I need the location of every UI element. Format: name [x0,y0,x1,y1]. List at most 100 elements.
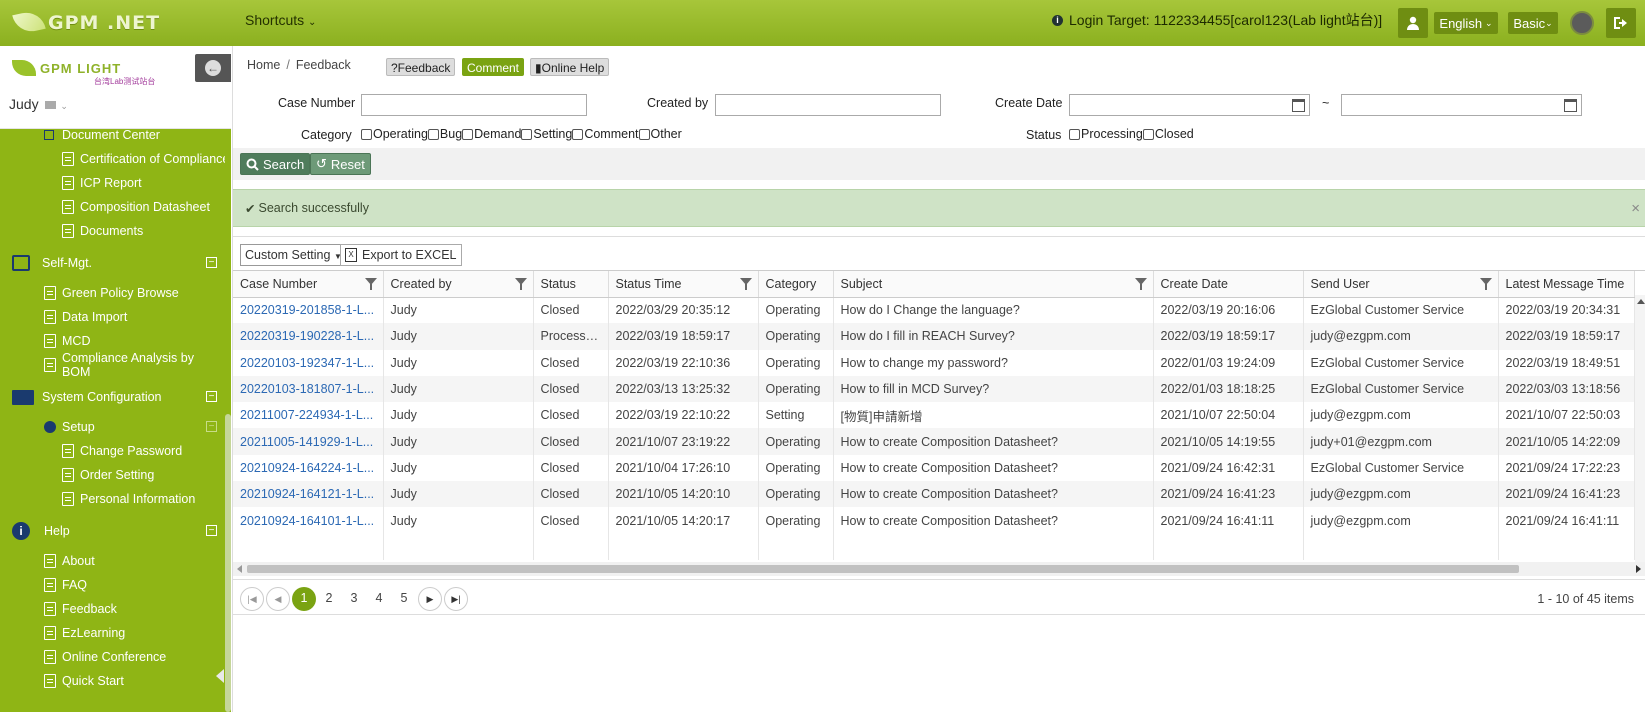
page-button-2[interactable]: 2 [317,587,341,611]
next-page-button[interactable]: ▶ [418,587,442,611]
column-header-latest-message-time[interactable]: Latest Message Time [1498,271,1635,298]
table-row[interactable]: 20210924-164224-1-L... Judy Closed 2021/10/… [233,454,1635,482]
comment-tab[interactable]: Comment [462,58,525,76]
sidebar-item-document-center[interactable]: Document Center − [44,129,231,147]
category-bug-checkbox[interactable]: Bug [427,127,462,141]
prev-page-button[interactable]: ◀ [266,587,290,611]
case-number-input[interactable] [361,94,587,116]
sidebar-item-setup[interactable]: Setup − [44,415,225,439]
user-button[interactable] [1398,8,1428,38]
sidebar-item-green-policy[interactable]: Green Policy Browse [44,281,231,305]
created-by-input[interactable] [715,94,941,116]
filter-icon[interactable] [514,278,527,290]
logout-button[interactable] [1606,8,1636,38]
table-row[interactable]: 20210924-164121-1-L... Judy Closed 2021/10/… [233,481,1635,508]
status-closed-checkbox[interactable]: Closed [1142,127,1194,141]
sidebar-scroll-thumb[interactable] [225,414,231,712]
collapse-icon[interactable]: − [206,391,217,402]
globe-icon[interactable] [1570,11,1594,35]
horizontal-scroll-thumb[interactable] [247,565,1519,573]
user-menu[interactable]: Judy ⌄ [9,96,68,112]
category-other-checkbox[interactable]: Other [638,127,682,141]
scroll-up-icon[interactable] [1637,299,1645,304]
checkbox-box[interactable] [572,128,584,140]
checkbox-box[interactable] [521,128,533,140]
sidebar-item-personal-information[interactable]: Personal Information [62,487,231,511]
calendar-icon[interactable] [1564,99,1577,112]
scroll-left-icon[interactable] [237,565,242,573]
export-excel-button[interactable]: X Export to EXCEL [340,244,462,266]
grid-horizontal-scrollbar[interactable] [233,562,1645,576]
language-dropdown[interactable]: English ⌄ [1434,12,1498,34]
grid-vertical-scrollbar[interactable] [1635,295,1645,570]
category-setting-checkbox[interactable]: Setting [521,127,572,141]
cell-case-number[interactable]: 20210924-164121-1-L... [233,481,384,508]
create-date-from-input[interactable] [1069,94,1310,116]
collapse-icon[interactable]: − [206,525,217,536]
feedback-tab[interactable]: ?Feedback [386,58,456,76]
close-icon[interactable]: × [1631,200,1640,217]
sidebar-item-documents[interactable]: Documents [62,219,231,243]
cell-case-number[interactable]: 20220319-190228-1-L... [233,323,384,350]
custom-setting-dropdown[interactable]: Custom Setting ▼ [240,244,347,266]
calendar-icon[interactable] [1292,99,1305,112]
sidebar-item-composition-datasheet[interactable]: Composition Datasheet [62,195,231,219]
column-header-status-time[interactable]: Status Time [608,271,759,298]
sidebar-item-compliance-analysis[interactable]: Compliance Analysis by BOM [44,351,225,379]
search-button[interactable]: Search [240,153,311,175]
column-header-send-user[interactable]: Send User [1303,271,1499,298]
first-page-button[interactable]: |◀ [240,587,264,611]
table-row[interactable]: 20220103-192347-1-L... Judy Closed 2022/03/… [233,349,1635,376]
reset-button[interactable]: ↺ Reset [310,153,371,175]
sidebar-item-order-setting[interactable]: Order Setting [62,463,231,487]
checkbox-box[interactable] [1069,128,1080,140]
sidebar-item-change-password[interactable]: Change Password [62,439,231,463]
sidebar-section-help[interactable]: i Help − [12,519,225,543]
cell-case-number[interactable]: 20220319-201858-1-L... [233,297,384,324]
checkbox-box[interactable] [427,128,439,140]
table-row[interactable]: 20211005-141929-1-L... Judy Closed 2021/10/… [233,428,1635,455]
filter-icon[interactable] [1479,278,1492,290]
column-header-case-number[interactable]: Case Number [233,271,384,298]
sidebar-item-about[interactable]: About [44,549,231,573]
sidebar-item-mcd[interactable]: MCD [44,329,231,353]
sidebar-item-feedback[interactable]: Feedback [44,597,231,621]
sidebar-item-icp-report[interactable]: ICP Report [62,171,231,195]
filter-icon[interactable] [739,278,752,290]
sidebar-item-ezlearning[interactable]: EzLearning [44,621,231,645]
filter-icon[interactable] [364,278,377,290]
table-row[interactable]: 20220319-201858-1-L... Judy Closed 2022/03/… [233,297,1635,324]
sidebar-item-data-import[interactable]: Data Import [44,305,231,329]
filter-icon[interactable] [1134,278,1147,290]
collapse-icon[interactable]: − [206,421,217,432]
status-processing-checkbox[interactable]: Processing [1069,127,1143,141]
page-button-1[interactable]: 1 [292,587,316,611]
table-row[interactable]: 20220103-181807-1-L... Judy Closed 2022/03/… [233,375,1635,403]
page-button-5[interactable]: 5 [392,587,416,611]
sidebar-item-faq[interactable]: FAQ [44,573,231,597]
sidebar-item-certification[interactable]: Certification of Compliance [62,147,231,171]
breadcrumb-home[interactable]: Home [247,58,280,72]
column-header-created-by[interactable]: Created by [383,271,534,298]
cell-case-number[interactable]: 20220103-192347-1-L... [233,349,384,376]
gpm-net-logo[interactable]: GPM .NET [10,8,170,38]
sidebar-collapse-button[interactable]: ← [195,54,231,82]
collapse-icon[interactable]: − [206,257,217,268]
column-header-subject[interactable]: Subject [833,271,1154,298]
last-page-button[interactable]: ▶| [444,587,468,611]
mode-dropdown[interactable]: Basic ⌄ [1508,12,1558,34]
scroll-right-icon[interactable] [1636,565,1641,573]
cell-case-number[interactable]: 20220103-181807-1-L... [233,375,384,403]
checkbox-box[interactable] [462,128,474,140]
sidebar-item-quick-start[interactable]: Quick Start [44,669,231,693]
page-button-3[interactable]: 3 [342,587,366,611]
checkbox-box[interactable] [1142,128,1154,140]
category-demand-checkbox[interactable]: Demand [462,127,521,141]
create-date-to-input[interactable] [1341,94,1582,116]
column-header-create-date[interactable]: Create Date [1153,271,1304,298]
sidebar-section-system-configuration[interactable]: System Configuration − [12,385,225,409]
category-comment-checkbox[interactable]: Comment [572,127,639,141]
cell-case-number[interactable]: 20210924-164224-1-L... [233,454,384,482]
online-help-button[interactable]: ▮Online Help [530,58,610,76]
checkbox-box[interactable] [361,128,372,140]
